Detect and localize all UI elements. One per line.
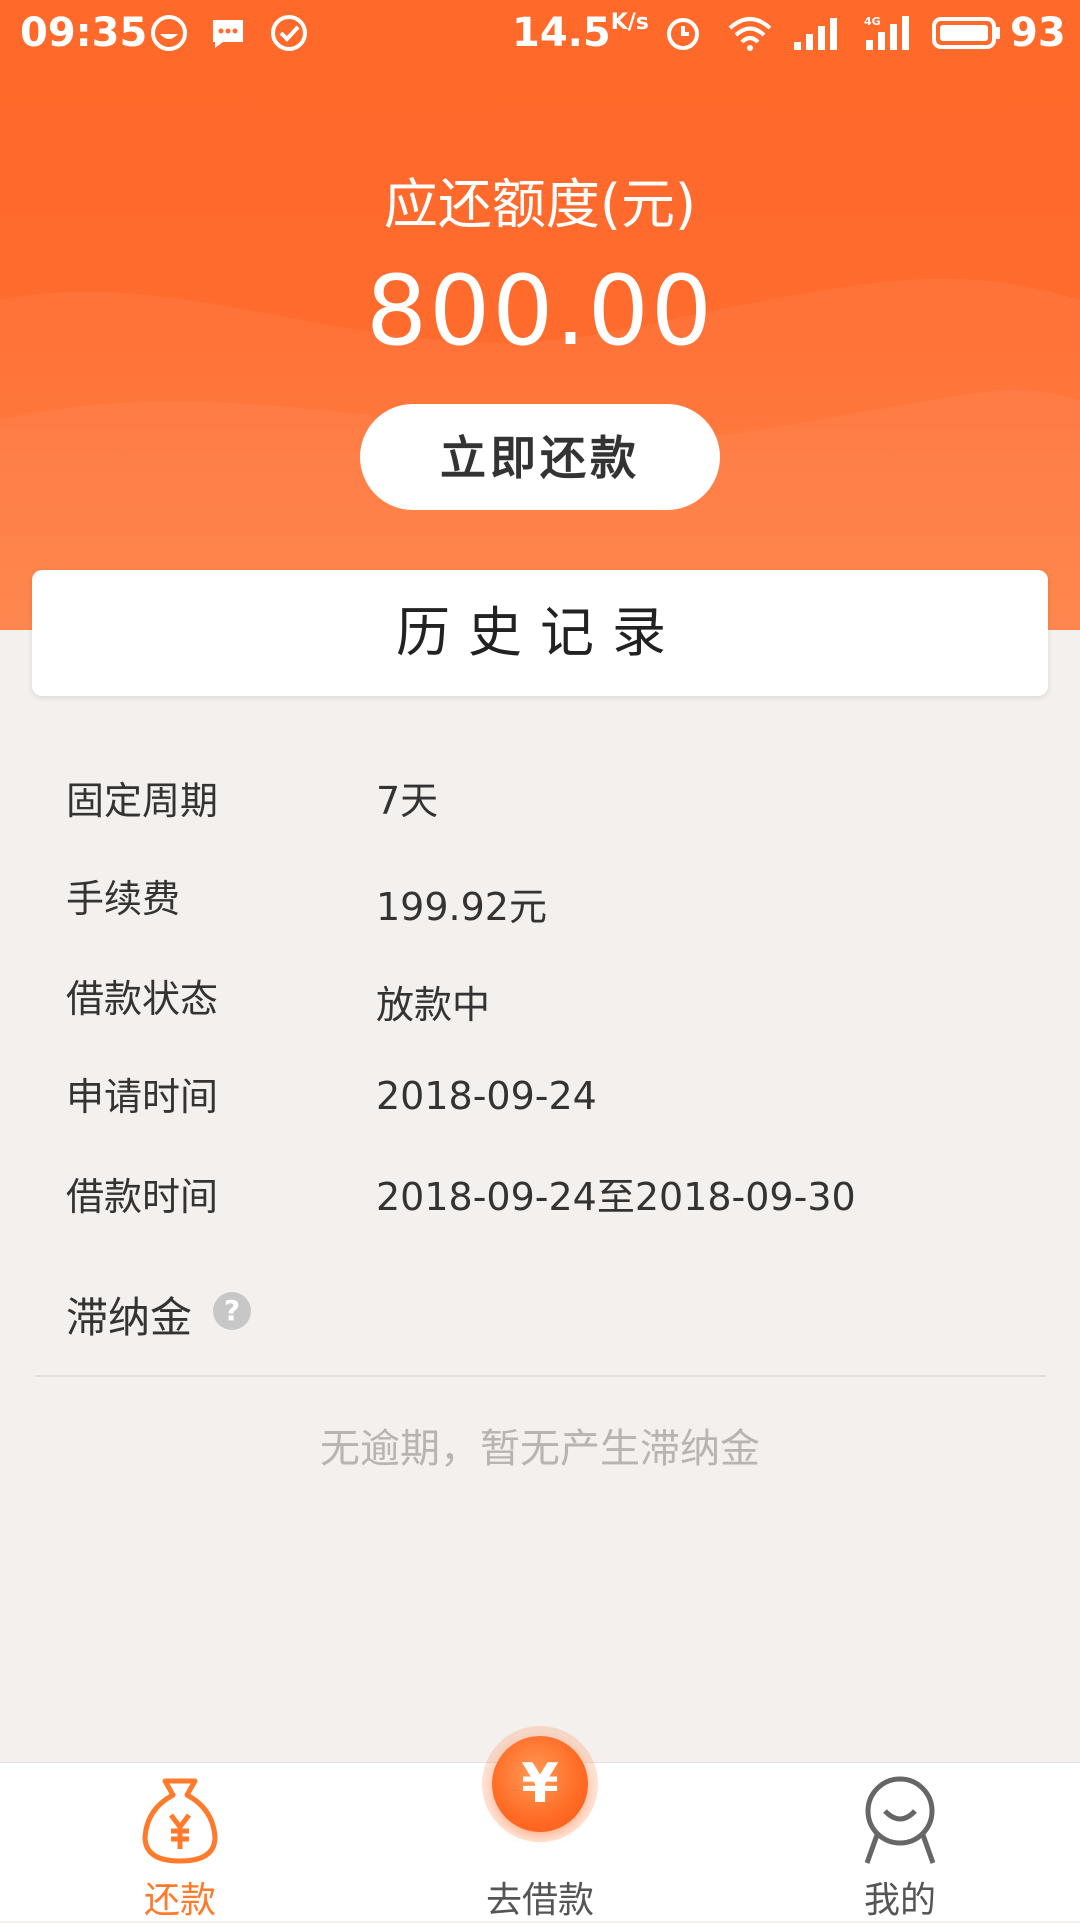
signal-4g-icon: 4G <box>864 15 909 50</box>
chat-notification-icon <box>213 20 243 48</box>
battery-icon <box>932 17 1000 49</box>
network-speed: 14.5K/s <box>512 10 649 56</box>
status-bar: 09:35 14.5K/s 4G 93 <box>0 0 1080 66</box>
repay-now-button[interactable]: 立即还款 <box>360 404 720 510</box>
yuan-coin-icon[interactable]: ¥ <box>492 1736 588 1832</box>
detail-value: 199.92元 <box>376 885 547 929</box>
alarm-icon <box>667 18 699 50</box>
late-fee-message: 无逾期，暂无产生滞纳金 <box>320 1426 760 1472</box>
nav-label-repay: 还款 <box>143 1880 216 1921</box>
detail-value: 放款中 <box>376 983 491 1027</box>
detail-value: 7天 <box>376 779 439 823</box>
amount-due: 800.00 <box>366 255 714 367</box>
detail-row-period: 固定周期 7天 <box>0 770 1080 830</box>
money-bag-icon <box>142 1778 218 1864</box>
battery-level: 93 <box>1010 10 1066 56</box>
help-icon[interactable]: ? <box>213 1292 251 1330</box>
user-icon <box>864 1776 936 1864</box>
detail-row-apply-time: 申请时间 2018-09-24 <box>0 1066 1080 1126</box>
emoji-notification-icon <box>151 15 187 51</box>
detail-label: 借款状态 <box>66 977 219 1021</box>
signal-icon <box>794 18 837 50</box>
wifi-icon <box>728 17 772 51</box>
detail-value: 2018-09-24至2018-09-30 <box>376 1175 856 1219</box>
header: 09:35 14.5K/s 4G 93 应还额度(元) 800.00 立即还款 <box>0 0 1080 630</box>
svg-text:4G: 4G <box>864 15 881 28</box>
nav-item-mine[interactable]: 我的 <box>720 1763 1080 1921</box>
detail-row-loan-time: 借款时间 2018-09-24至2018-09-30 <box>0 1166 1080 1226</box>
nav-label-mine: 我的 <box>863 1880 936 1921</box>
detail-value: 2018-09-24 <box>376 1074 597 1118</box>
history-records-button[interactable]: 历史记录 <box>32 570 1048 696</box>
detail-label: 借款时间 <box>66 1175 219 1219</box>
amount-label: 应还额度(元) <box>383 173 697 236</box>
detail-label: 手续费 <box>66 877 181 921</box>
check-notification-icon <box>271 15 307 51</box>
nav-label-borrow: 去借款 <box>485 1880 594 1921</box>
detail-row-fee: 手续费 199.92元 <box>0 868 1080 929</box>
status-time: 09:35 <box>20 10 148 56</box>
late-fee-label: 滞纳金 <box>66 1293 193 1342</box>
nav-item-repay[interactable]: 还款 <box>0 1763 360 1921</box>
divider <box>36 1375 1046 1377</box>
detail-row-status: 借款状态 放款中 <box>0 968 1080 1028</box>
detail-label: 申请时间 <box>66 1075 219 1119</box>
detail-label: 固定周期 <box>66 779 219 823</box>
late-fee-row: 滞纳金 ? <box>0 1284 1080 1344</box>
